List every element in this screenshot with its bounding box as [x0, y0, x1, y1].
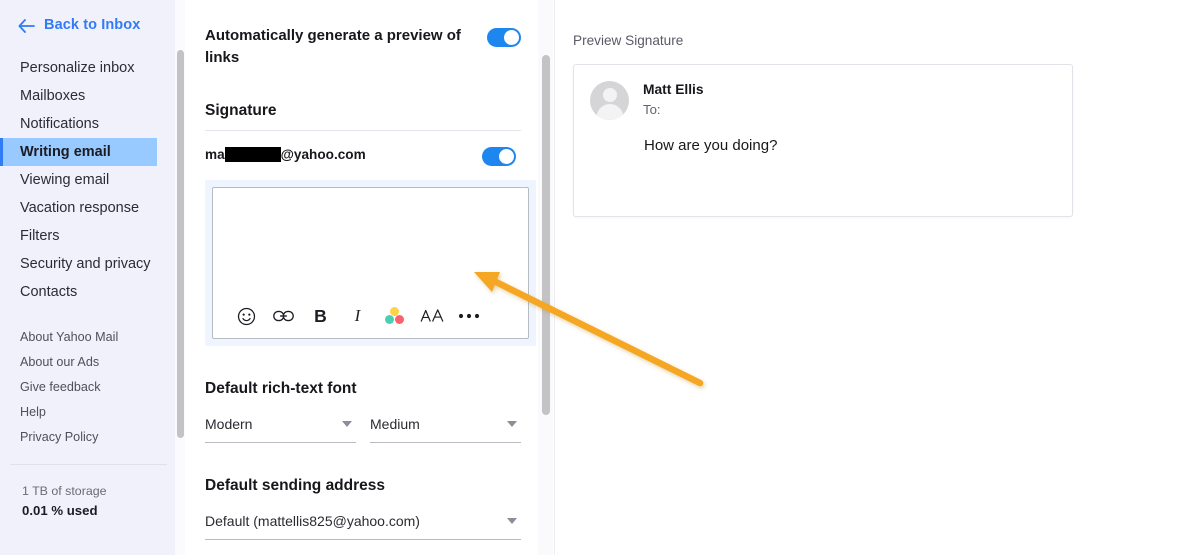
arrow-left-icon [18, 19, 35, 33]
font-size-value: Medium [370, 416, 420, 432]
sidebar-item-security-and-privacy[interactable]: Security and privacy [0, 250, 185, 278]
emoji-icon[interactable] [228, 301, 265, 331]
link-about-our-ads[interactable]: About our Ads [0, 350, 185, 375]
footer-link-label: Give feedback [20, 380, 101, 394]
signature-section-title: Signature [205, 102, 277, 119]
preview-message-header: Matt Ellis To: [590, 81, 1072, 120]
chevron-down-icon [507, 421, 517, 427]
sidebar-item-vacation-response[interactable]: Vacation response [0, 194, 185, 222]
settings-pane-scrollbar[interactable] [538, 0, 553, 555]
writing-email-settings-pane: Automatically generate a preview of link… [185, 0, 555, 555]
signature-account-row: ma @yahoo.com [185, 131, 554, 166]
sending-address-value: Default (mattellis825@yahoo.com) [205, 513, 420, 529]
sidebar-item-label: Filters [20, 228, 60, 244]
font-family-value: Modern [205, 416, 253, 432]
link-preview-toggle[interactable] [487, 28, 521, 47]
link-preview-label: Automatically generate a preview of link… [205, 27, 461, 66]
font-family-select[interactable]: Modern [205, 406, 356, 443]
link-icon[interactable] [265, 301, 302, 331]
rich-text-font-title: Default rich-text font [205, 380, 357, 397]
footer-link-label: About our Ads [20, 355, 100, 369]
sidebar-item-notifications[interactable]: Notifications [0, 110, 185, 138]
sidebar-item-label: Contacts [20, 284, 78, 300]
sidebar-item-filters[interactable]: Filters [0, 222, 185, 250]
signature-account-email: ma @yahoo.com [205, 146, 366, 163]
toggle-knob [504, 30, 519, 45]
sidebar-footer-links: About Yahoo Mail About our Ads Give feed… [0, 325, 185, 450]
settings-nav-list: Personalize inbox Mailboxes Notification… [0, 54, 185, 306]
sidebar-item-writing-email[interactable]: Writing email [0, 138, 157, 166]
more-options-icon[interactable] [450, 301, 487, 331]
email-suffix: @yahoo.com [280, 147, 366, 163]
sidebar-item-label: Security and privacy [20, 256, 151, 272]
sidebar-item-viewing-email[interactable]: Viewing email [0, 166, 185, 194]
sending-address-select[interactable]: Default (mattellis825@yahoo.com) [205, 503, 521, 540]
preview-message-body: How are you doing? [644, 137, 778, 154]
link-give-feedback[interactable]: Give feedback [0, 375, 185, 400]
chevron-down-icon [342, 421, 352, 427]
font-size-select[interactable]: Medium [370, 406, 521, 443]
sending-address-row: Default (mattellis825@yahoo.com) [185, 495, 554, 540]
preview-message-card: Matt Ellis To: How are you doing? [573, 64, 1073, 217]
avatar-body-shape [596, 104, 623, 120]
italic-icon[interactable]: I [339, 301, 376, 331]
signature-preview-pane: Preview Signature Matt Ellis To: How are… [555, 0, 1198, 555]
rich-text-font-row: Modern Medium [185, 398, 554, 443]
sidebar-item-label: Personalize inbox [20, 60, 135, 76]
sidebar-item-label: Notifications [20, 116, 99, 132]
link-about-yahoo-mail[interactable]: About Yahoo Mail [0, 325, 185, 350]
footer-link-label: About Yahoo Mail [20, 330, 119, 344]
sidebar-item-contacts[interactable]: Contacts [0, 278, 185, 306]
chevron-down-icon [507, 518, 517, 524]
sidebar-item-personalize-inbox[interactable]: Personalize inbox [0, 54, 185, 82]
link-privacy-policy[interactable]: Privacy Policy [0, 425, 185, 450]
bold-icon[interactable]: B [302, 301, 339, 331]
settings-scrollbar-thumb[interactable] [542, 55, 550, 415]
footer-link-label: Privacy Policy [20, 430, 99, 444]
sidebar-scrollbar-thumb[interactable] [177, 50, 184, 438]
toggle-knob [499, 149, 514, 164]
footer-link-label: Help [20, 405, 46, 419]
back-to-inbox-label: Back to Inbox [44, 17, 141, 33]
signature-editor-toolbar: B I [213, 294, 528, 338]
preview-sender-block: Matt Ellis To: [643, 81, 704, 120]
text-color-icon[interactable] [376, 301, 413, 331]
storage-total-label: 1 TB of storage [22, 484, 107, 498]
email-prefix: ma [205, 147, 225, 163]
signature-toggle[interactable] [482, 147, 516, 166]
avatar [590, 81, 629, 120]
storage-info: 1 TB of storage 0.01 % used [0, 465, 185, 521]
settings-sidebar: Back to Inbox Personalize inbox Mailboxe… [0, 0, 185, 555]
email-redaction-bar [224, 146, 281, 162]
link-help[interactable]: Help [0, 400, 185, 425]
sidebar-item-label: Mailboxes [20, 88, 86, 104]
sidebar-item-label: Viewing email [20, 172, 110, 188]
link-preview-setting-row: Automatically generate a preview of link… [185, 0, 554, 69]
back-to-inbox-link[interactable]: Back to Inbox [0, 0, 185, 33]
preview-signature-title: Preview Signature [573, 33, 684, 48]
signature-editor[interactable]: B I [212, 187, 529, 339]
preview-sender-name: Matt Ellis [643, 82, 704, 97]
sidebar-item-label: Writing email [20, 144, 111, 160]
signature-editor-focus-ring: B I [205, 180, 536, 346]
font-size-icon[interactable] [413, 301, 450, 331]
sending-address-title: Default sending address [205, 477, 386, 494]
preview-to-label: To: [643, 102, 661, 117]
avatar-head-shape [602, 88, 617, 102]
sidebar-scrollbar[interactable] [175, 0, 185, 555]
sidebar-item-label: Vacation response [20, 200, 140, 216]
storage-used-label: 0.01 % used [22, 503, 98, 518]
settings-page: Back to Inbox Personalize inbox Mailboxe… [0, 0, 1198, 555]
sidebar-item-mailboxes[interactable]: Mailboxes [0, 82, 185, 110]
